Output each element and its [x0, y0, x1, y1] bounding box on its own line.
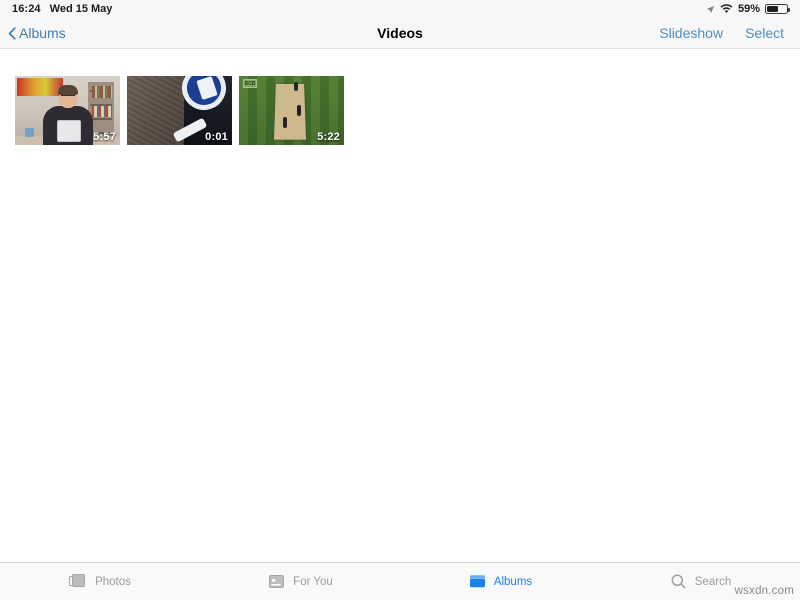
location-arrow-icon [706, 5, 715, 14]
tab-for-you-label: For You [293, 575, 333, 588]
for-you-card-icon [267, 573, 286, 590]
video-duration: 5:57 [93, 131, 116, 143]
status-bar-right: 59% [706, 3, 794, 15]
navigation-bar: Albums Videos Slideshow Select [0, 18, 800, 49]
tab-search-label: Search [694, 575, 732, 588]
select-button[interactable]: Select [745, 25, 784, 41]
tab-albums[interactable]: Albums [400, 573, 600, 590]
battery-percent: 59% [737, 3, 760, 15]
video-thumbnail-road-sign[interactable]: 0:01 [127, 76, 232, 145]
navigation-bar-actions: Slideshow Select [659, 25, 800, 41]
video-thumbnail-grid: 5:57 0:01 BCB 5:22 [15, 76, 344, 145]
wifi-icon [720, 4, 733, 14]
status-date: Wed 15 May [49, 3, 113, 15]
tab-photos[interactable]: Photos [0, 573, 200, 590]
videos-album-content: 5:57 0:01 BCB 5:22 [0, 49, 800, 562]
status-bar-left: 16:24 Wed 15 May [6, 3, 112, 15]
broadcast-logo-watermark: BCB [243, 79, 257, 88]
tab-albums-label: Albums [493, 575, 533, 588]
site-watermark: wsxdn.com [734, 585, 794, 597]
ipad-photos-app-screen: 16:24 Wed 15 May 59% Albums Videos Slide… [0, 0, 800, 600]
status-bar: 16:24 Wed 15 May 59% [0, 0, 800, 18]
video-duration: 0:01 [205, 131, 228, 143]
albums-folder-icon [468, 573, 487, 590]
poster-decor [17, 78, 63, 96]
video-duration: 5:22 [317, 131, 340, 143]
broadcast-logo-text: BCB [244, 81, 256, 87]
battery-icon [765, 4, 790, 14]
search-magnifier-icon [669, 573, 688, 590]
video-thumbnail-person-desk[interactable]: 5:57 [15, 76, 120, 145]
slideshow-button[interactable]: Slideshow [659, 25, 723, 41]
tab-photos-label: Photos [95, 575, 131, 588]
tab-for-you[interactable]: For You [200, 573, 400, 590]
video-thumbnail-cricket[interactable]: BCB 5:22 [239, 76, 344, 145]
tab-bar: Photos For You Albums Search [0, 562, 800, 600]
photos-stack-icon [69, 573, 88, 590]
status-time: 16:24 [12, 3, 41, 15]
